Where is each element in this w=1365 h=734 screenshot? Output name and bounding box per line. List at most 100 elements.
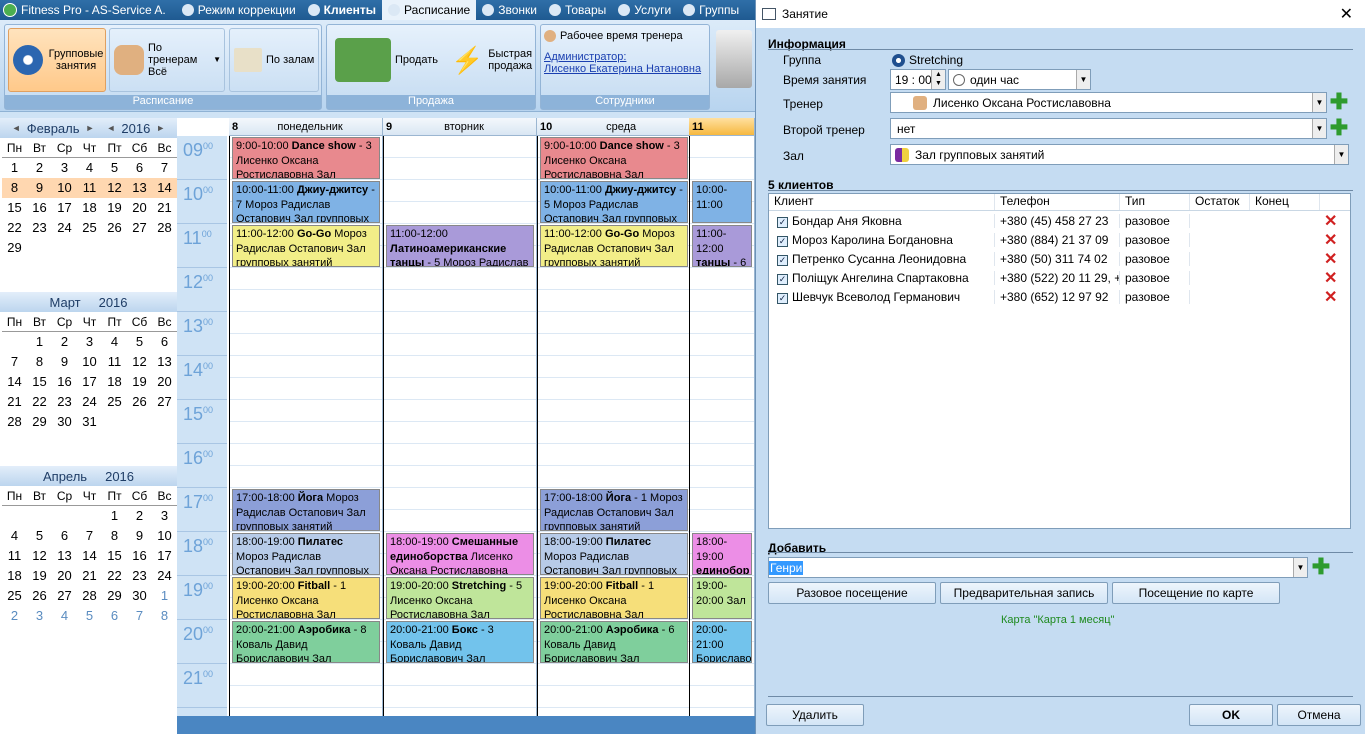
delete-icon[interactable]: ✕: [1324, 249, 1337, 269]
tab-6[interactable]: Группы: [677, 0, 745, 20]
calendar-day-other-month[interactable]: 8: [152, 606, 177, 626]
schedule-event[interactable]: 19:00-20:00 Зал: [692, 577, 752, 619]
chevron-down-icon[interactable]: ▼: [1293, 558, 1307, 577]
admin-link[interactable]: Администратор:: [544, 51, 626, 63]
calendar-day[interactable]: 23: [127, 566, 152, 586]
schedule-event[interactable]: 11:00-12:00 Go-Go Мороз Радислав Остапов…: [232, 225, 380, 267]
schedule-event[interactable]: 20:00-21:00 Аэробика - 8 Коваль Давид Бо…: [232, 621, 380, 663]
calendar-day[interactable]: 17: [52, 198, 77, 218]
prebooking-button[interactable]: Предварительная запись: [940, 582, 1108, 604]
schedule-event[interactable]: 20:00-21:00 Бокс - 3 Коваль Давид Борисл…: [386, 621, 534, 663]
day-header[interactable]: 8 понедельник: [229, 118, 383, 136]
calendar-day[interactable]: 22: [102, 566, 127, 586]
schedule-event[interactable]: 10:00-11:00 Джиу-джитсу - 7 Мороз Радисл…: [232, 181, 380, 223]
calendar-day[interactable]: 20: [152, 372, 177, 392]
card-visit-button[interactable]: Посещение по карте: [1112, 582, 1280, 604]
delete-button[interactable]: Удалить: [766, 704, 864, 726]
chevron-down-icon[interactable]: ▼: [1312, 119, 1326, 138]
schedule-event[interactable]: 11:00-12:00 танцы - 6 М: [692, 225, 752, 267]
calendar-day[interactable]: 16: [52, 372, 77, 392]
checkbox[interactable]: ✓: [777, 254, 788, 266]
column-header-1[interactable]: Телефон: [995, 194, 1120, 210]
calendar-day[interactable]: 12: [27, 546, 52, 566]
calendar-day[interactable]: 25: [77, 218, 102, 238]
duration-select[interactable]: один час ▼: [948, 69, 1091, 90]
delete-icon[interactable]: ✕: [1324, 211, 1337, 231]
calendar-day[interactable]: 23: [52, 392, 77, 412]
calendar-day[interactable]: 7: [152, 158, 177, 178]
calendar-day[interactable]: 24: [77, 392, 102, 412]
schedule-event[interactable]: 19:00-20:00 Fitball - 1 Лисенко Оксана Р…: [540, 577, 688, 619]
calendar-day[interactable]: 3: [77, 332, 102, 352]
calendar-day[interactable]: 7: [77, 526, 102, 546]
calendar-day[interactable]: 21: [77, 566, 102, 586]
delete-icon[interactable]: ✕: [1324, 230, 1337, 250]
schedule-event[interactable]: 18:00-19:00 единобор: [692, 533, 752, 575]
schedule-event[interactable]: 20:00-21:00 Аэробика - 6 Коваль Давид Бо…: [540, 621, 688, 663]
tab-4[interactable]: Товары: [543, 0, 612, 20]
ok-button[interactable]: OK: [1189, 704, 1273, 726]
calendar-day[interactable]: 21: [152, 198, 177, 218]
calendar-day[interactable]: 8: [2, 178, 27, 198]
calendar-day[interactable]: 18: [77, 198, 102, 218]
calendar-day[interactable]: 3: [152, 506, 177, 526]
chevron-down-icon[interactable]: ▼: [1076, 70, 1090, 89]
printer-icon[interactable]: [716, 30, 752, 88]
schedule-event[interactable]: 9:00-10:00 Dance show - 3 Лисенко Оксана…: [232, 137, 380, 179]
day-column[interactable]: 9:00-10:00 Dance show - 3 Лисенко Оксана…: [537, 136, 691, 716]
calendar-day[interactable]: 6: [127, 158, 152, 178]
calendar-day[interactable]: 1: [2, 158, 27, 178]
calendar-day[interactable]: 15: [27, 372, 52, 392]
trainer-time-button[interactable]: Рабочее время тренера: [544, 28, 708, 44]
calendar-day[interactable]: 3: [52, 158, 77, 178]
calendar-day-other-month[interactable]: 3: [27, 606, 52, 626]
schedule-event[interactable]: 18:00-19:00 Пилатес Мороз Радислав Остап…: [232, 533, 380, 575]
schedule-event[interactable]: 11:00-12:00 Go-Go Мороз Радислав Остапов…: [540, 225, 688, 267]
tab-0[interactable]: Режим коррекции: [176, 0, 302, 20]
calendar-day[interactable]: 17: [152, 546, 177, 566]
calendar-day[interactable]: 5: [102, 158, 127, 178]
day-header[interactable]: 9 вторник: [383, 118, 537, 136]
calendar-day[interactable]: 19: [127, 372, 152, 392]
calendar-day[interactable]: 16: [27, 198, 52, 218]
calendar-day[interactable]: 14: [77, 546, 102, 566]
calendar-day-other-month[interactable]: 1: [152, 586, 177, 606]
calendar-day[interactable]: 8: [102, 526, 127, 546]
tab-5[interactable]: Услуги: [612, 0, 677, 20]
column-header-2[interactable]: Тип: [1120, 194, 1190, 210]
calendar-day[interactable]: 28: [152, 218, 177, 238]
day-header[interactable]: 11: [689, 118, 755, 136]
calendar-day[interactable]: 8: [27, 352, 52, 372]
table-row[interactable]: ✓ Петренко Сусанна Леонидовна +380 (50) 31…: [769, 249, 1350, 268]
calendar-day[interactable]: 22: [27, 392, 52, 412]
next-year-icon[interactable]: ►: [156, 123, 165, 133]
tab-1[interactable]: Клиенты: [302, 0, 382, 20]
calendar-day[interactable]: 29: [2, 238, 27, 258]
calendar-day[interactable]: 11: [77, 178, 102, 198]
calendar-day[interactable]: 10: [152, 526, 177, 546]
table-row[interactable]: ✓ Мороз Каролина Богдановна +380 (884) 21 …: [769, 230, 1350, 249]
calendar-day[interactable]: 25: [2, 586, 27, 606]
checkbox[interactable]: ✓: [777, 273, 788, 285]
calendar-day[interactable]: 15: [102, 546, 127, 566]
hall-select[interactable]: Зал групповых занятий ▼: [890, 144, 1349, 165]
calendar-day[interactable]: 21: [2, 392, 27, 412]
calendar-day-other-month[interactable]: 2: [2, 606, 27, 626]
schedule-event[interactable]: 9:00-10:00 Dance show - 3 Лисенко Оксана…: [540, 137, 688, 179]
prev-year-icon[interactable]: ◄: [106, 123, 115, 133]
calendar-day[interactable]: 29: [102, 586, 127, 606]
column-header-4[interactable]: Конец: [1250, 194, 1320, 210]
schedule-event[interactable]: 19:00-20:00 Stretching - 5 Лисенко Оксан…: [386, 577, 534, 619]
calendar-day[interactable]: 5: [27, 526, 52, 546]
spin-updown-icon[interactable]: ▲ ▼: [931, 70, 945, 89]
table-row[interactable]: ✓ Шевчук Всеволод Германович +380 (652) 12…: [769, 287, 1350, 306]
calendar-day[interactable]: 13: [52, 546, 77, 566]
calendar-day[interactable]: 26: [102, 218, 127, 238]
calendar-day[interactable]: 2: [27, 158, 52, 178]
schedule-event[interactable]: 11:00-12:00 Латиноамериканские танцы - 5…: [386, 225, 534, 267]
calendar-day[interactable]: 24: [152, 566, 177, 586]
calendar-day[interactable]: 24: [52, 218, 77, 238]
calendar-day[interactable]: 26: [127, 392, 152, 412]
calendar-day[interactable]: 18: [102, 372, 127, 392]
single-visit-button[interactable]: Разовое посещение: [768, 582, 936, 604]
